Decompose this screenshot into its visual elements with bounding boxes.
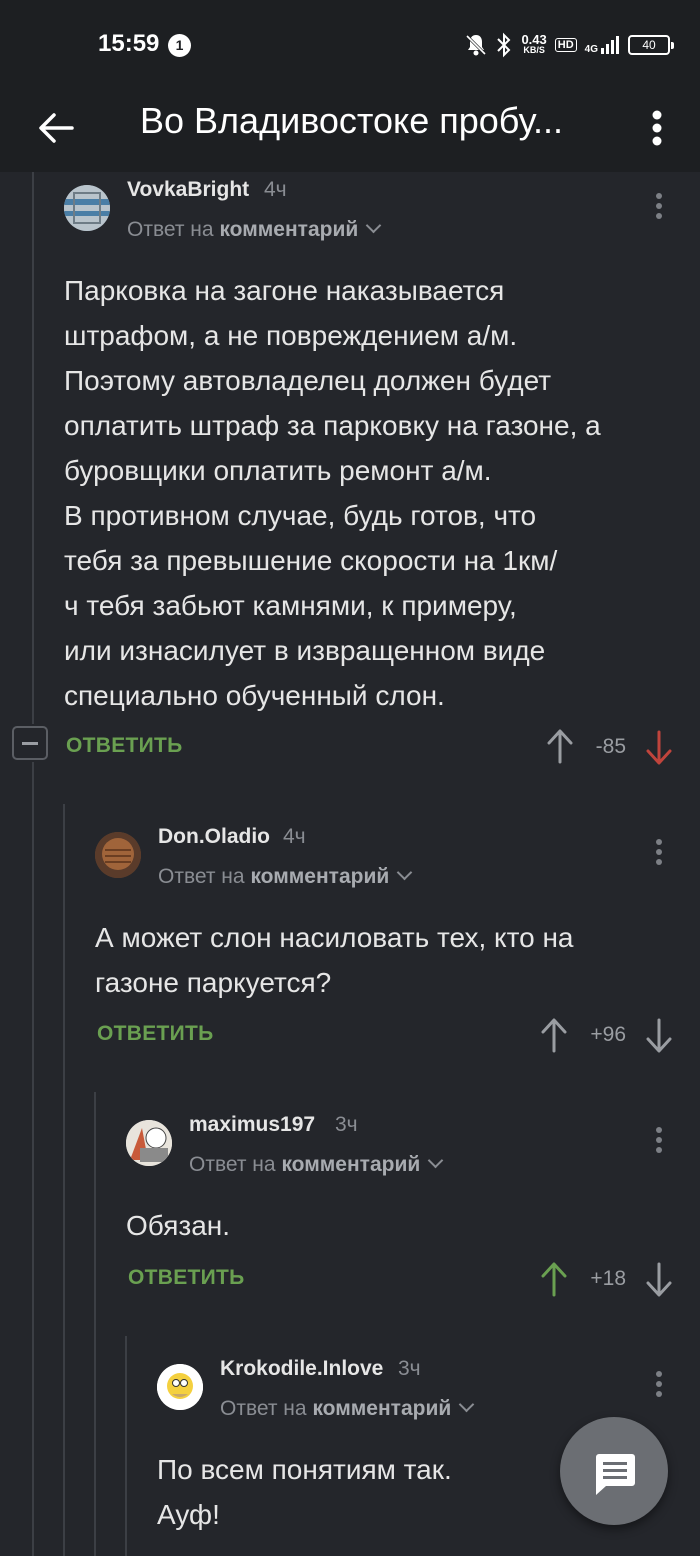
comment-line: буровщики оплатить ремонт а/м. [64, 455, 492, 486]
comment-menu-icon[interactable] [649, 1124, 669, 1164]
reply-to-prefix: Ответ на [220, 1397, 307, 1420]
comment-score: -85 [595, 735, 626, 758]
comment-score: +18 [590, 1267, 626, 1290]
comment-time: 3ч [398, 1357, 421, 1380]
message-icon [596, 1454, 635, 1495]
reply-to-target: комментарий [219, 218, 359, 241]
comment-time: 4ч [283, 825, 306, 848]
comment-line: А может слон насиловать тех, кто на [95, 922, 574, 953]
avatar[interactable] [126, 1120, 172, 1166]
upvote-arrow-icon[interactable] [540, 1017, 568, 1053]
network-type-label: 4G [584, 44, 598, 55]
reply-to-link[interactable]: Ответ на комментарий [158, 864, 413, 889]
page-title: Во Владивостоке пробу... [140, 100, 563, 141]
comment-line: специально обученный слон. [64, 680, 445, 711]
upvote-arrow-icon[interactable] [540, 1261, 568, 1297]
downvote-arrow-icon[interactable] [645, 1018, 673, 1054]
comment-score: +96 [590, 1023, 626, 1046]
username[interactable]: VovkaBright [127, 178, 249, 202]
reply-to-link[interactable]: Ответ на комментарий [189, 1152, 444, 1177]
comment-line: По всем понятиям так. [157, 1454, 452, 1485]
back-arrow-icon[interactable] [34, 106, 78, 150]
status-time: 15:59 [98, 30, 160, 57]
status-bar: 15:59 1 0.43 KB/S HD 4G 40 [0, 0, 700, 90]
comments-fab-button[interactable] [560, 1417, 668, 1525]
reply-to-link[interactable]: Ответ на комментарий [220, 1396, 475, 1421]
username[interactable]: maximus197 [189, 1113, 315, 1137]
comment-line: В противном случае, будь готов, что [64, 500, 537, 531]
comment-line: газоне паркуется? [95, 967, 332, 998]
avatar[interactable] [157, 1364, 203, 1410]
comment-text: Обязан. [126, 1203, 686, 1248]
comment-time: 3ч [335, 1113, 358, 1136]
network-speed-unit: KB/S [523, 45, 545, 55]
chevron-down-icon [365, 217, 382, 234]
comment-text: А может слон насиловать тех, кто на газо… [95, 915, 685, 1005]
comment-text: Парковка на загоне наказывается штрафом,… [64, 268, 684, 718]
network-speed: 0.43 KB/S [521, 32, 547, 56]
bluetooth-icon [497, 32, 511, 58]
collapse-thread-button[interactable] [12, 726, 48, 760]
username[interactable]: Don.Oladio [158, 825, 270, 849]
mute-icon [466, 34, 487, 56]
reply-button[interactable]: ОТВЕТИТЬ [66, 734, 183, 758]
thread-line-level-1 [63, 804, 65, 1556]
top-app-bar: Во Владивостоке пробу... [0, 90, 700, 172]
chevron-down-icon [427, 1152, 444, 1169]
comment-line: Поэтому автовладелец должен будет [64, 365, 552, 396]
avatar[interactable] [64, 185, 110, 231]
comment-time: 4ч [264, 178, 287, 201]
signal-icon [601, 36, 619, 54]
network-speed-value: 0.43 [521, 32, 547, 47]
reply-to-prefix: Ответ на [189, 1153, 276, 1176]
downvote-arrow-icon[interactable] [645, 730, 673, 766]
reply-to-target: комментарий [312, 1397, 452, 1420]
comment-menu-icon[interactable] [649, 1368, 669, 1408]
comment-line: оплатить штраф за парковку на газоне, а [64, 410, 601, 441]
notification-count-badge: 1 [168, 34, 191, 57]
avatar-image [157, 1364, 203, 1410]
reply-to-link[interactable]: Ответ на комментарий [127, 217, 382, 242]
downvote-arrow-icon[interactable] [645, 1262, 673, 1298]
status-icons: 0.43 KB/S HD 4G 40 [465, 30, 674, 60]
reply-to-prefix: Ответ на [158, 865, 245, 888]
reply-button[interactable]: ОТВЕТИТЬ [97, 1022, 214, 1046]
thread-line-level-3 [125, 1336, 127, 1556]
thread-line-level-0 [32, 172, 34, 724]
avatar-image [64, 185, 110, 231]
network-type: 4G [585, 35, 620, 55]
reply-to-prefix: Ответ на [127, 218, 214, 241]
thread-line-level-0-lower [32, 762, 34, 1556]
reply-button[interactable]: ОТВЕТИТЬ [128, 1266, 245, 1290]
battery-icon: 40 [628, 35, 674, 55]
avatar-image [95, 832, 141, 878]
comment-menu-icon[interactable] [649, 190, 669, 230]
thread-line-level-2 [94, 1092, 96, 1556]
avatar-image [126, 1120, 172, 1166]
chevron-down-icon [458, 1396, 475, 1413]
comment-line: или изнасилует в извращенном виде [64, 635, 546, 666]
comment-line: тебя за превышение скорости на 1км/ [64, 545, 558, 576]
comment-line: Обязан. [126, 1210, 231, 1241]
comment-menu-icon[interactable] [649, 836, 669, 876]
avatar[interactable] [95, 832, 141, 878]
comment-line: ч тебя забьют камнями, к примеру, [64, 590, 517, 621]
reply-to-target: комментарий [281, 1153, 421, 1176]
comment-line: Парковка на загоне наказывается [64, 275, 505, 306]
reply-to-target: комментарий [250, 865, 390, 888]
comment-text: По всем понятиям так. Ауф! [157, 1447, 557, 1537]
more-options-icon[interactable] [640, 104, 674, 152]
comment-line: штрафом, а не повреждением а/м. [64, 320, 518, 351]
username[interactable]: Krokodile.Inlove [220, 1357, 383, 1381]
hd-badge: HD [554, 38, 577, 52]
comment-line: Ауф! [157, 1499, 220, 1530]
chevron-down-icon [396, 864, 413, 881]
